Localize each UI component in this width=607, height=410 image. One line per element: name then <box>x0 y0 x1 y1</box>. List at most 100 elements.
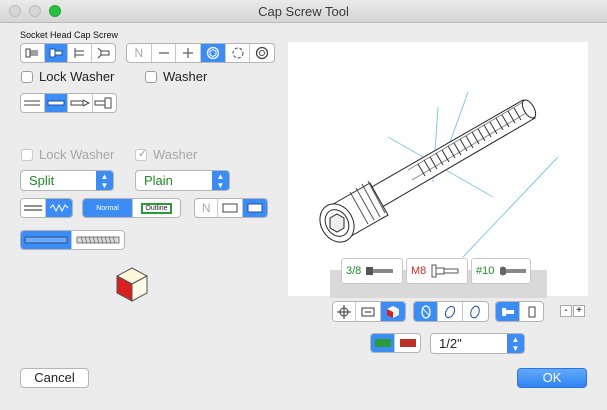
size-tag-imperial[interactable]: 3/8 <box>341 258 403 284</box>
drive-phillips-option[interactable] <box>176 44 202 62</box>
head-countersunk-icon <box>97 47 110 59</box>
spline-icon <box>256 46 269 60</box>
head-countersunk-option[interactable] <box>92 44 115 62</box>
lock-washer-label: Lock Washer <box>39 69 115 84</box>
ellipse-mid-icon <box>444 305 456 318</box>
lock-type-popup[interactable]: Split ▲ ▼ <box>20 170 114 191</box>
pan-screw-thumb-icon <box>500 266 527 276</box>
lock-washer-disabled-label: Lock Washer <box>39 147 115 162</box>
washer-type-popup[interactable]: Plain ▲ ▼ <box>135 170 230 191</box>
plain-shank-icon <box>24 100 41 106</box>
phillips-icon <box>183 48 194 58</box>
drive-hex-option[interactable] <box>201 44 226 62</box>
washer-disabled-checkbox[interactable]: ✓ Washer <box>135 147 197 162</box>
washer-checkbox-box <box>145 70 157 83</box>
drive-none-option[interactable]: N <box>127 44 152 62</box>
none-n-icon: N <box>134 46 144 60</box>
thread-simplified-option[interactable] <box>21 231 73 249</box>
washer-label: Washer <box>163 69 208 84</box>
size-tag-metric[interactable]: M8 <box>406 258 468 284</box>
color-green-option[interactable] <box>371 334 396 352</box>
thread-detail-option[interactable] <box>93 94 116 112</box>
head-flush-icon <box>25 48 39 58</box>
ellipse-right-icon <box>470 305 481 318</box>
color-cube-icon[interactable] <box>116 267 148 303</box>
double-line-icon <box>24 205 43 211</box>
color-red-option[interactable] <box>395 334 420 352</box>
head-side-option[interactable] <box>68 44 92 62</box>
lock-type-value: Split <box>29 173 55 188</box>
align-vertical-option[interactable] <box>520 302 543 321</box>
zoom-out-button[interactable]: - <box>560 305 572 317</box>
wavy-line-icon <box>49 203 69 213</box>
slot-icon <box>158 52 169 54</box>
crosshair-icon <box>337 304 352 319</box>
red-swatch-icon <box>399 339 416 347</box>
outline-label: Outline <box>141 202 172 214</box>
head-flush-option[interactable] <box>21 44 45 62</box>
drive-spline-option[interactable] <box>250 44 274 62</box>
drive-torx-option[interactable] <box>226 44 251 62</box>
fill-outline-option[interactable] <box>218 199 243 217</box>
fill-none-option[interactable]: N <box>195 199 219 217</box>
line-plain-option[interactable] <box>21 199 47 217</box>
washer-checkbox[interactable]: Washer <box>145 69 207 84</box>
normal-label: Normal <box>96 204 119 212</box>
simplified-thread-icon <box>24 236 68 244</box>
thread-full-option[interactable] <box>68 94 93 112</box>
cap-screw-window: Cap Screw Tool Socket Head Cap Screw N L… <box>0 0 607 410</box>
cancel-button[interactable]: Cancel <box>20 368 89 388</box>
view-iso-option[interactable] <box>380 302 405 321</box>
thread-partial-option[interactable] <box>44 94 69 112</box>
washer-type-value: Plain <box>144 173 173 188</box>
ok-button[interactable]: OK <box>517 368 587 388</box>
screw-thumb-icon <box>366 267 394 275</box>
popup-arrows-icon: ▲ ▼ <box>212 171 229 190</box>
lock-washer-checkbox[interactable]: Lock Washer <box>21 69 114 84</box>
size-tag-number[interactable]: #10 <box>471 258 531 284</box>
line-wavy-option[interactable] <box>46 199 72 217</box>
align-horizontal-option[interactable] <box>496 302 520 321</box>
vertical-rect-icon <box>528 306 535 317</box>
lock-washer-disabled-checkbox[interactable]: Lock Washer <box>21 147 114 162</box>
popup-arrows-icon: ▲ ▼ <box>507 334 524 353</box>
orient-left-option[interactable] <box>414 302 439 321</box>
view-front-option[interactable] <box>333 302 357 321</box>
head-socket-option[interactable] <box>44 44 68 62</box>
zoom-in-button[interactable]: + <box>573 305 585 317</box>
align-segment <box>495 301 544 322</box>
window-title: Cap Screw Tool <box>258 4 349 19</box>
partial-thread-icon <box>47 100 65 106</box>
color-segment <box>370 333 421 353</box>
lock-washer-disabled-box <box>21 148 33 161</box>
fill-solid-option[interactable] <box>242 199 267 217</box>
none-n-icon: N <box>201 201 211 215</box>
length-value: 1/2" <box>439 336 462 351</box>
line-style-segment <box>20 198 73 218</box>
thread-detailed-option[interactable] <box>72 231 124 249</box>
orientation-segment <box>413 301 489 322</box>
size-tag-label: M8 <box>411 265 427 277</box>
title-bar: Cap Screw Tool <box>0 0 607 23</box>
thread-tip-icon <box>70 99 90 107</box>
thread-length-segment <box>20 93 117 113</box>
iso-cube-icon <box>386 305 399 318</box>
drive-slot-option[interactable] <box>152 44 177 62</box>
popup-arrows-icon: ▲ ▼ <box>96 171 113 190</box>
head-side-icon <box>74 48 85 58</box>
thread-detail-icon <box>94 97 112 109</box>
view-segment <box>332 301 406 322</box>
thread-none-option[interactable] <box>21 94 45 112</box>
orient-mid-option[interactable] <box>438 302 463 321</box>
render-outline-option[interactable]: Outline <box>133 199 180 217</box>
head-socket-icon <box>49 48 63 58</box>
render-normal-option[interactable]: Normal <box>83 199 133 217</box>
drive-segment: N <box>126 43 275 63</box>
length-popup[interactable]: 1/2" ▲ ▼ <box>430 333 525 354</box>
filled-rect-icon <box>247 203 263 213</box>
render-style-segment: Normal Outline <box>82 198 181 218</box>
view-side-option[interactable] <box>356 302 381 321</box>
orient-right-option[interactable] <box>463 302 488 321</box>
green-swatch-icon <box>374 339 391 347</box>
torx-icon <box>232 47 244 59</box>
